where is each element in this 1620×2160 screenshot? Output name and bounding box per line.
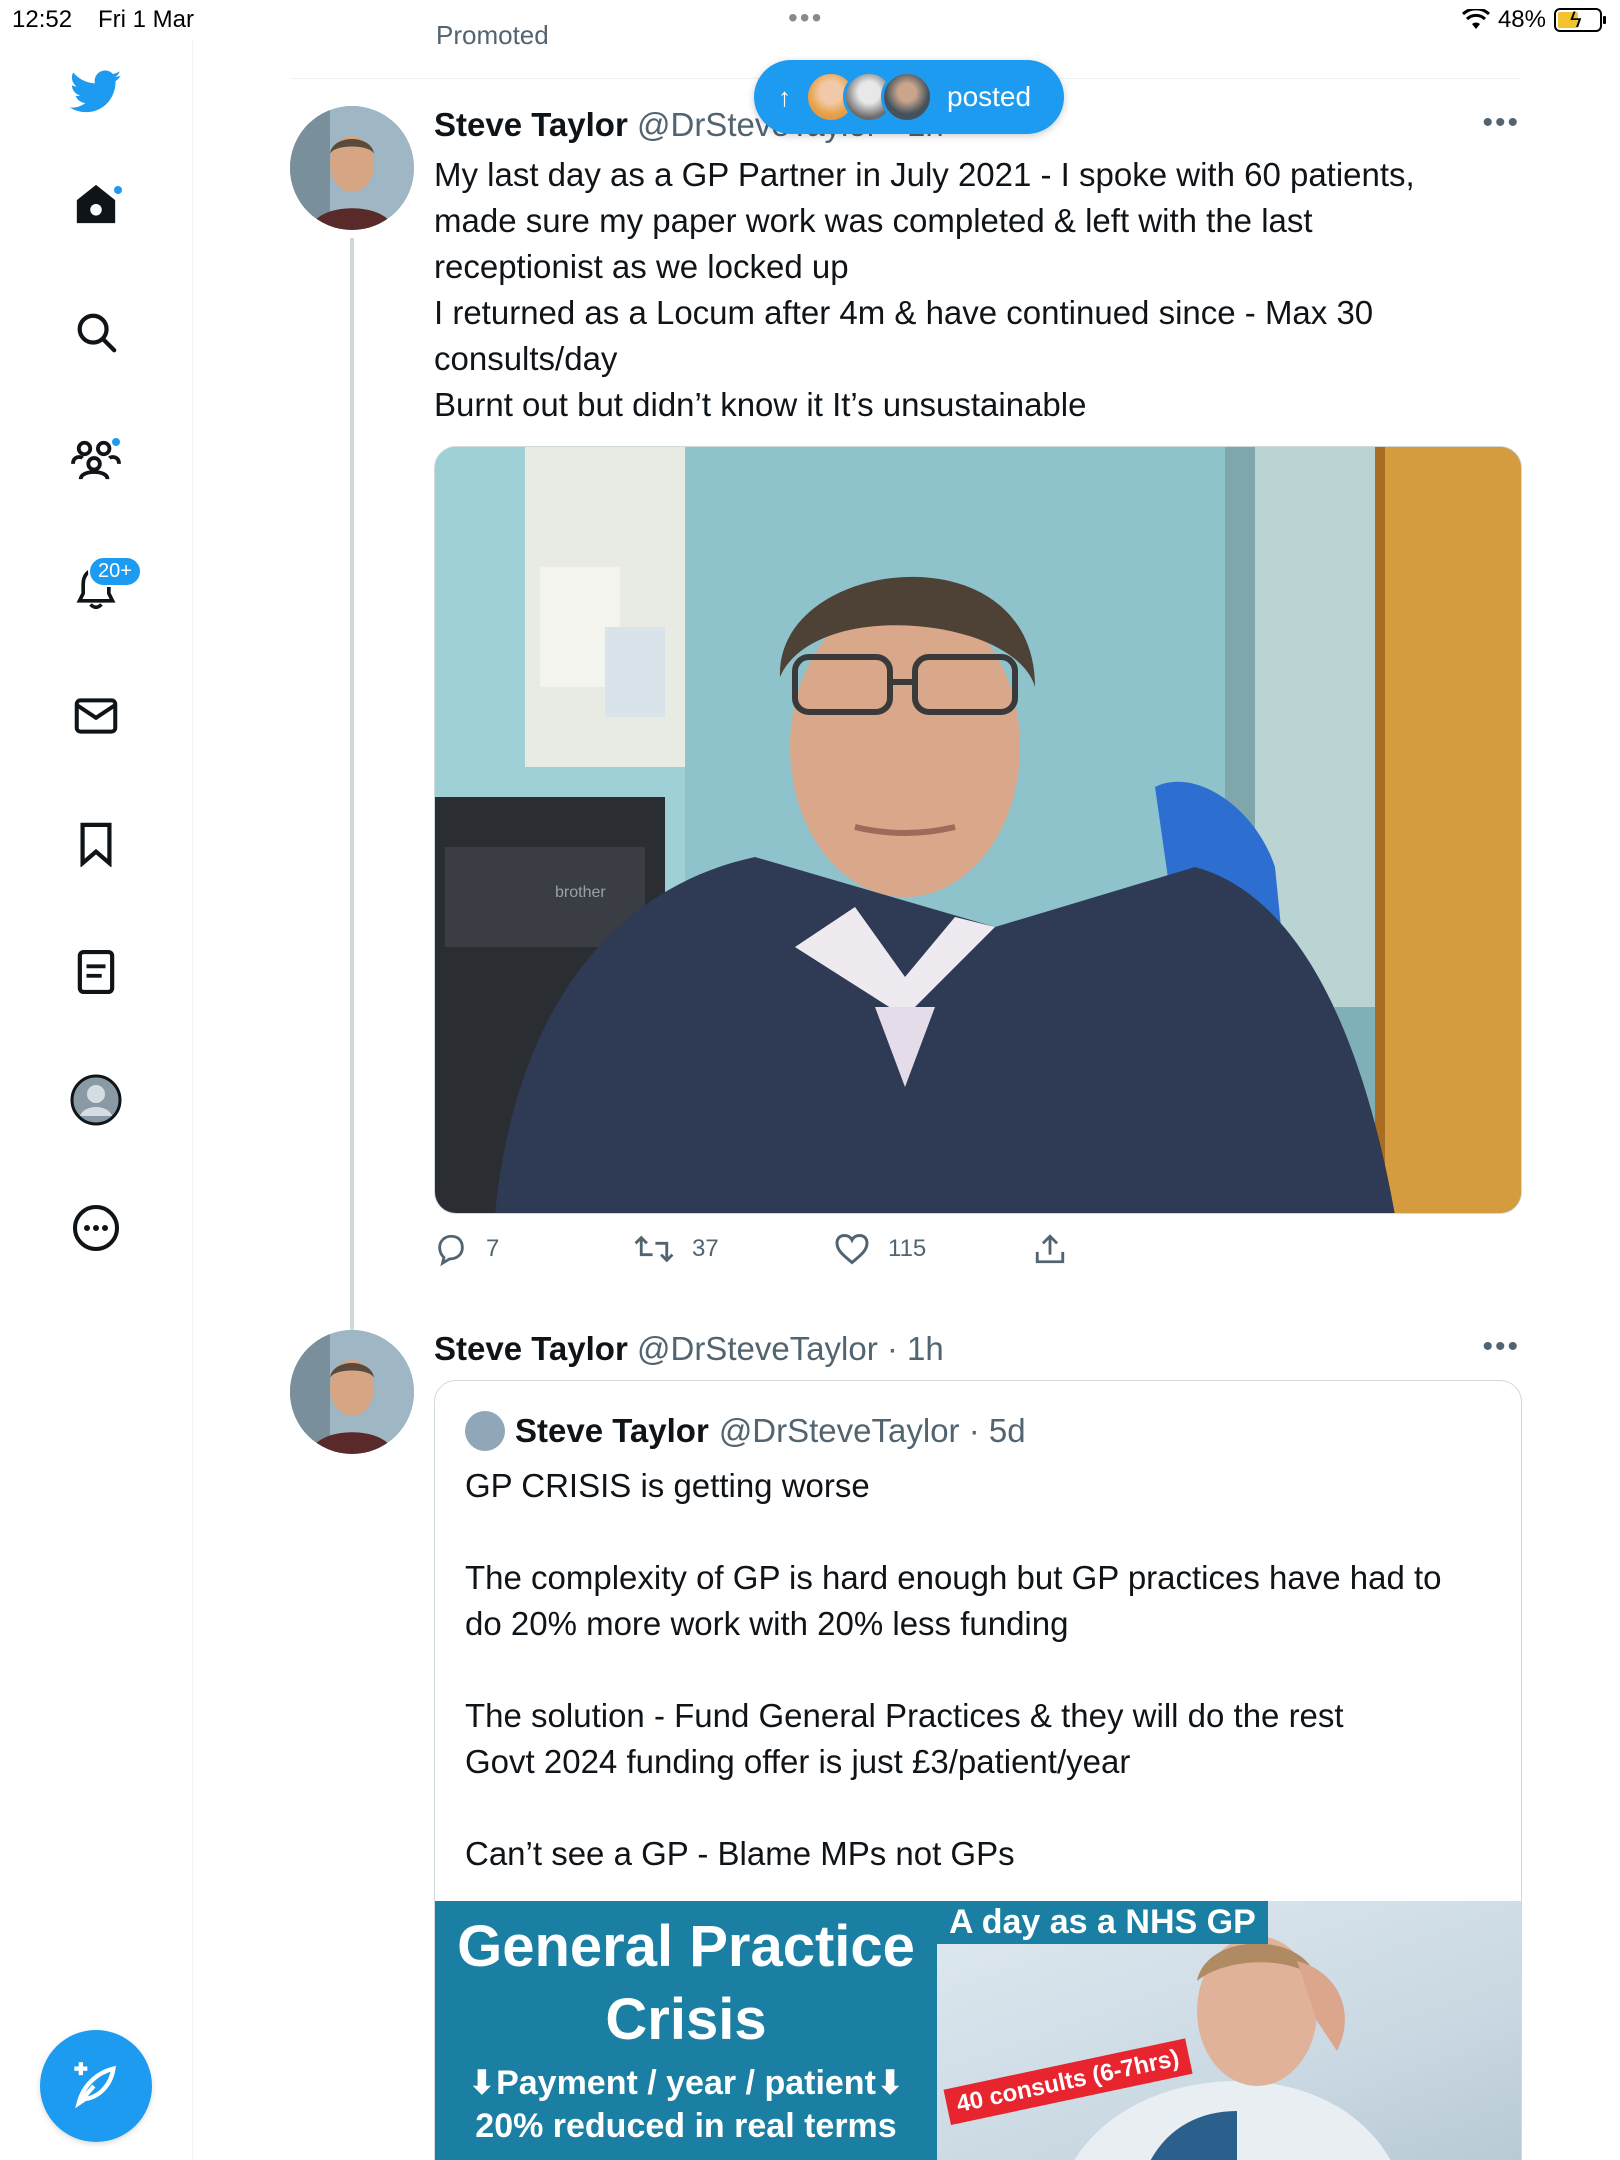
twitter-logo-icon[interactable] [68,64,124,120]
battery-icon: ϟ [1554,7,1606,32]
status-date: Fri 1 Mar [98,6,194,33]
author-handle[interactable]: @DrSteveTaylor · 1h [637,1330,944,1367]
communities-unread-dot [110,436,122,448]
status-bar: 12:52 Fri 1 Mar ••• 48% ϟ [0,0,1620,40]
mail-icon[interactable] [68,688,124,744]
tweet-header: Steve Taylor @DrSteveTaylor · 1h [434,1330,944,1368]
status-time: 12:52 [12,6,73,33]
reply-count: 7 [486,1235,500,1262]
more-icon[interactable]: ••• [1482,106,1520,140]
share-button[interactable] [1034,1232,1234,1266]
status-right: 48% ϟ [1461,6,1606,34]
retweet-button[interactable]: 37 [634,1232,834,1266]
more-icon[interactable]: ••• [1482,1330,1520,1364]
tweet-actions: 7 37 115 [434,1232,1234,1266]
multitasking-dots-icon[interactable]: ••• [788,4,823,32]
compose-tweet-button[interactable] [40,2030,152,2142]
notifications-badge: 20+ [88,556,142,587]
communities-icon[interactable] [68,432,124,488]
nhs-gp-card: A day as a NHS GP 40 consults (6-7hrs) [937,1901,1521,2160]
card-title-line1: General Practice [457,1914,915,1979]
reply-icon [438,1234,464,1266]
retweet-count: 37 [692,1235,719,1262]
compose-feather-icon [74,2062,116,2109]
quote-text: GP CRISIS is getting worse The complexit… [465,1467,1442,1872]
share-icon [1035,1234,1065,1264]
tweet-text: My last day as a GP Partner in July 2021… [434,156,1415,423]
battery-percent: 48% [1497,6,1546,33]
posted-label: posted [947,81,1032,112]
like-count: 115 [888,1235,927,1262]
avatar[interactable] [290,106,414,230]
card-line1: ⬇Payment / year / patient⬇ [467,2064,905,2102]
like-button[interactable]: 115 [834,1232,1034,1266]
author-name[interactable]: Steve Taylor [434,1330,628,1367]
thread-line [350,238,354,1424]
author-name[interactable]: Steve Taylor [434,106,628,143]
quoted-tweet[interactable]: Steve Taylor @DrSteveTaylor · 5d GP CRIS… [434,1380,1522,2160]
wifi-icon [1461,9,1490,29]
home-unread-dot [112,184,124,196]
card-title-line2: Crisis [605,1987,767,2052]
reply-button[interactable]: 7 [434,1232,634,1266]
avatar [881,71,933,123]
home-icon[interactable] [68,176,124,232]
quote-image[interactable]: General Practice Crisis ⬇Payment / year … [435,1901,1521,2160]
arrow-up-icon: ↑ [778,81,791,112]
card-header: A day as a NHS GP [937,1901,1268,1944]
profile-avatar-icon[interactable] [68,1072,124,1128]
pill-avatars [805,71,933,123]
bookmark-icon[interactable] [68,816,124,872]
quote-author-name: Steve Taylor [515,1412,709,1449]
quote-header: Steve Taylor @DrSteveTaylor · 5d [465,1411,1026,1451]
tweet-photo[interactable]: brother [434,446,1522,1214]
retweet-icon [634,1235,674,1263]
search-icon[interactable] [68,304,124,360]
new-posts-pill[interactable]: ↑ posted [754,60,1064,134]
quote-author-handle: @DrSteveTaylor · 5d [718,1412,1026,1449]
printer-brand-label: brother [555,884,606,901]
promoted-label: Promoted [436,20,549,50]
crisis-card: General Practice Crisis ⬇Payment / year … [435,1901,937,2160]
sidebar: 20+ [0,40,193,2160]
card-line2: 20% reduced in real terms [475,2107,897,2145]
avatar[interactable] [290,1330,414,1454]
heart-icon [835,1233,869,1265]
avatar [465,1411,505,1451]
lists-icon[interactable] [68,944,124,1000]
more-options-icon[interactable] [68,1200,124,1256]
